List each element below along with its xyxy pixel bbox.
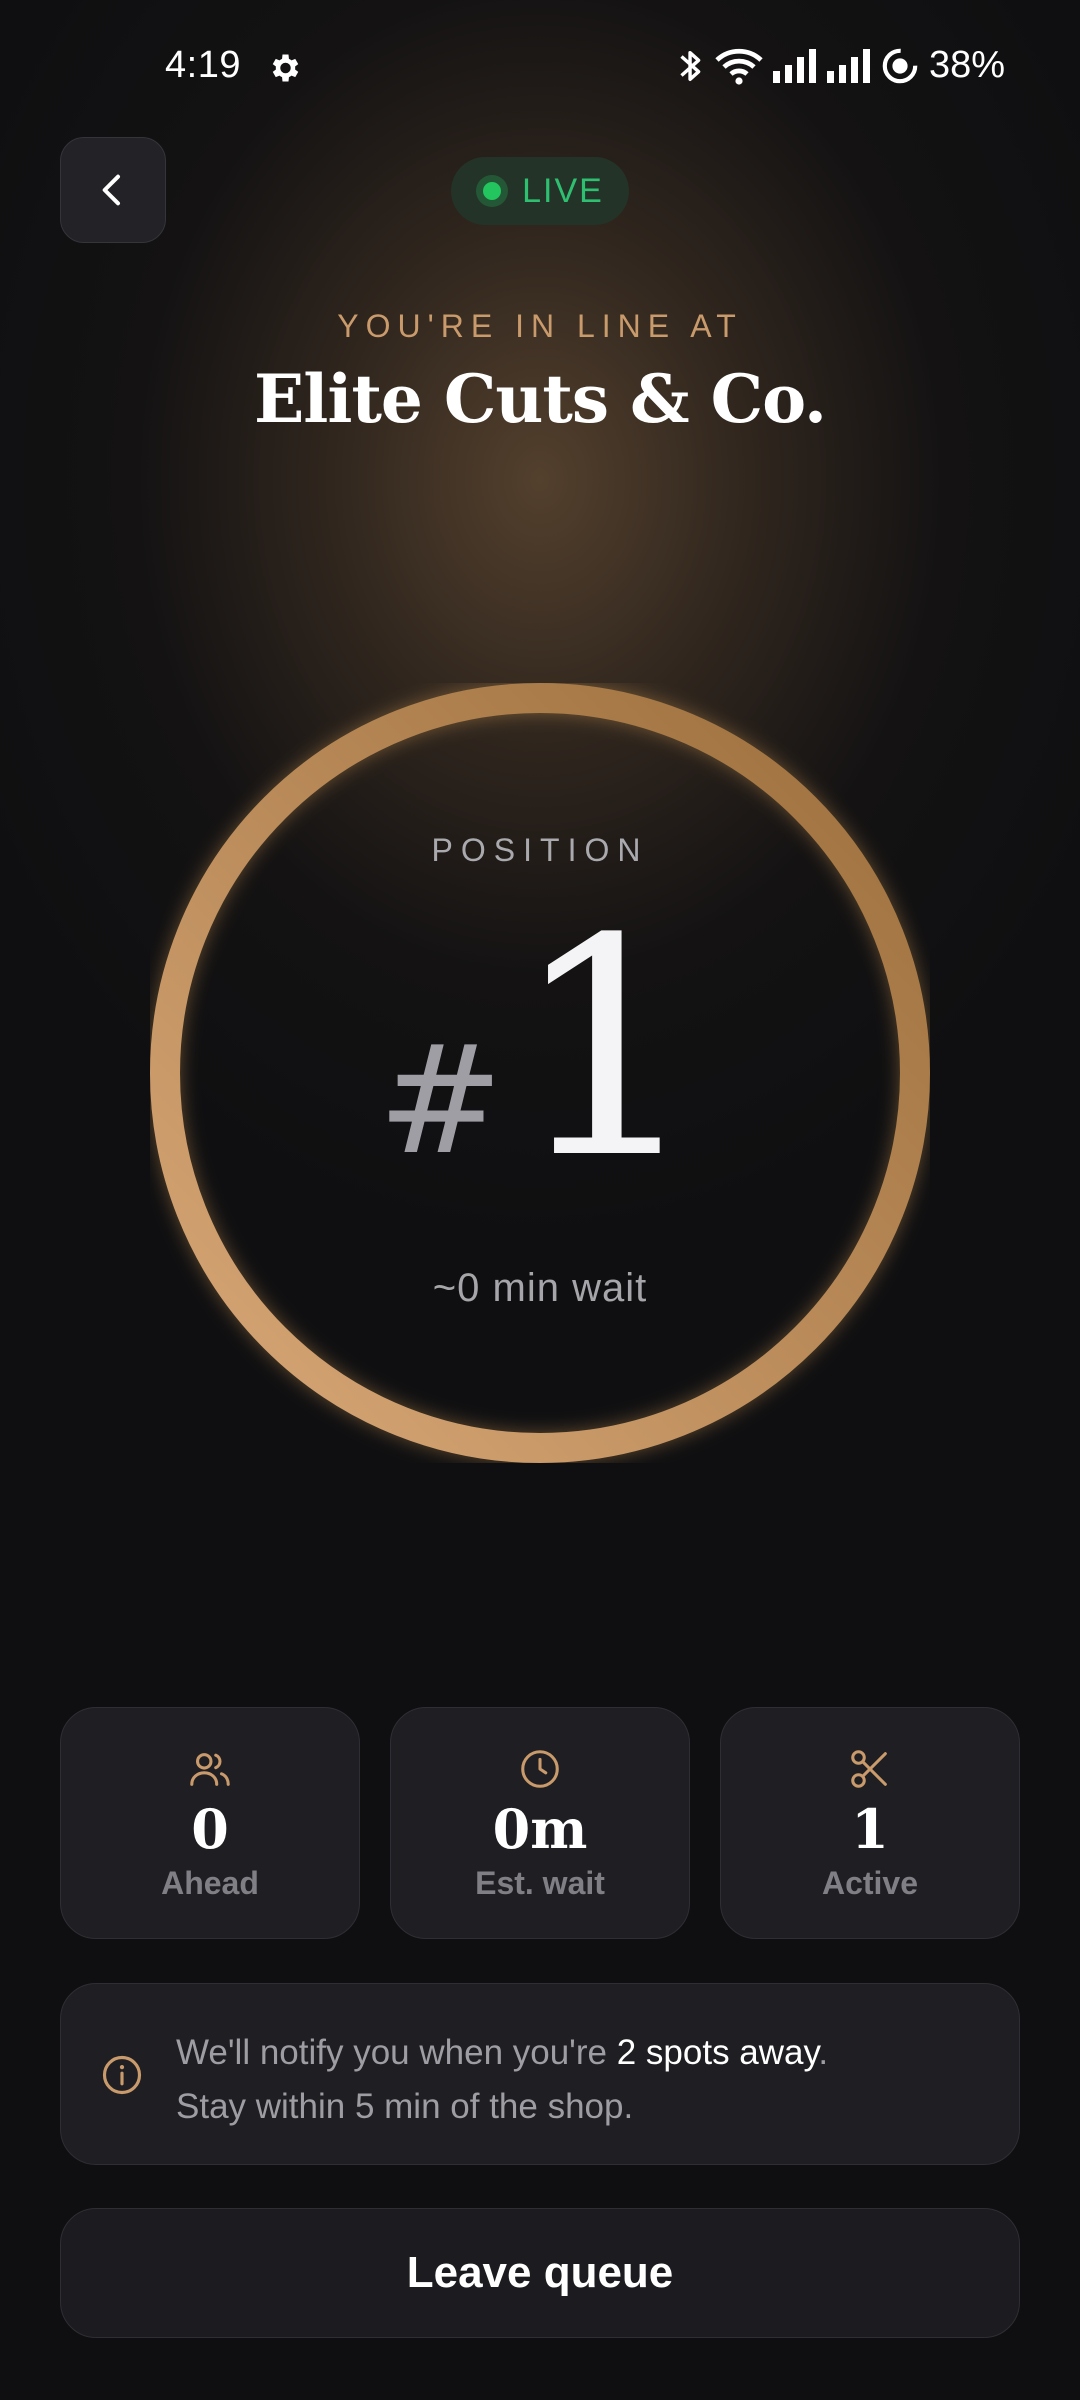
stat-value: 1	[851, 1797, 889, 1861]
notify-info-card: We'll notify you when you're 2 spots awa…	[60, 1983, 1020, 2165]
stat-card-ahead: 0 Ahead	[60, 1707, 360, 1939]
stats-row: 0 Ahead 0m Est. wait 1 Active	[60, 1707, 1020, 1939]
signal-icon	[772, 48, 816, 83]
stat-value: 0m	[492, 1797, 588, 1861]
back-button[interactable]	[60, 137, 166, 243]
position-number: # 1	[0, 880, 1080, 1200]
info-text-after: .	[818, 2033, 829, 2072]
info-line2: Stay within 5 min of the shop.	[176, 2087, 634, 2126]
info-icon	[102, 2055, 142, 2095]
queue-subtitle: YOU'RE IN LINE AT	[337, 308, 743, 344]
position-hash: #	[377, 1014, 504, 1188]
shop-name: Elite Cuts & Co.	[254, 360, 827, 438]
stat-label: Active	[821, 1865, 919, 1902]
info-highlight: 2 spots away	[616, 2033, 819, 2072]
leave-queue-button[interactable]: Leave queue	[60, 2208, 1020, 2338]
status-icons: 38%	[677, 44, 1005, 87]
stat-card-active: 1 Active	[720, 1707, 1020, 1939]
position-label: POSITION	[431, 832, 649, 868]
live-label: LIVE	[522, 171, 604, 210]
queue-status-screen: 4:19 38% LIVE YOU'RE IN LINE AT Elite Cu…	[0, 0, 1080, 2400]
stat-value: 0	[191, 1797, 229, 1861]
battery-percent: 38%	[928, 44, 1005, 86]
status-time: 4:19	[165, 44, 241, 86]
signal-icon	[826, 48, 870, 83]
users-icon	[190, 1753, 230, 1786]
wifi-icon	[715, 48, 763, 85]
data-saver-icon	[882, 48, 918, 83]
bluetooth-icon	[680, 50, 701, 81]
stat-label: Ahead	[161, 1865, 259, 1902]
notify-info-text: We'll notify you when you're 2 spots awa…	[176, 2026, 989, 2134]
settings-gear-icon	[272, 54, 299, 82]
scissors-icon	[851, 1750, 887, 1788]
position-value: 1	[511, 875, 703, 1224]
stat-card-est-wait: 0m Est. wait	[390, 1707, 690, 1939]
live-status-badge: LIVE	[451, 157, 629, 225]
wait-estimate: ~0 min wait	[432, 1266, 648, 1310]
clock-icon	[521, 1750, 559, 1788]
live-dot-icon	[476, 175, 509, 207]
chevron-left-icon	[102, 174, 120, 206]
info-text-before: We'll notify you when you're	[176, 2033, 617, 2072]
status-bar: 4:19 38%	[0, 0, 1080, 140]
stat-label: Est. wait	[475, 1865, 605, 1902]
